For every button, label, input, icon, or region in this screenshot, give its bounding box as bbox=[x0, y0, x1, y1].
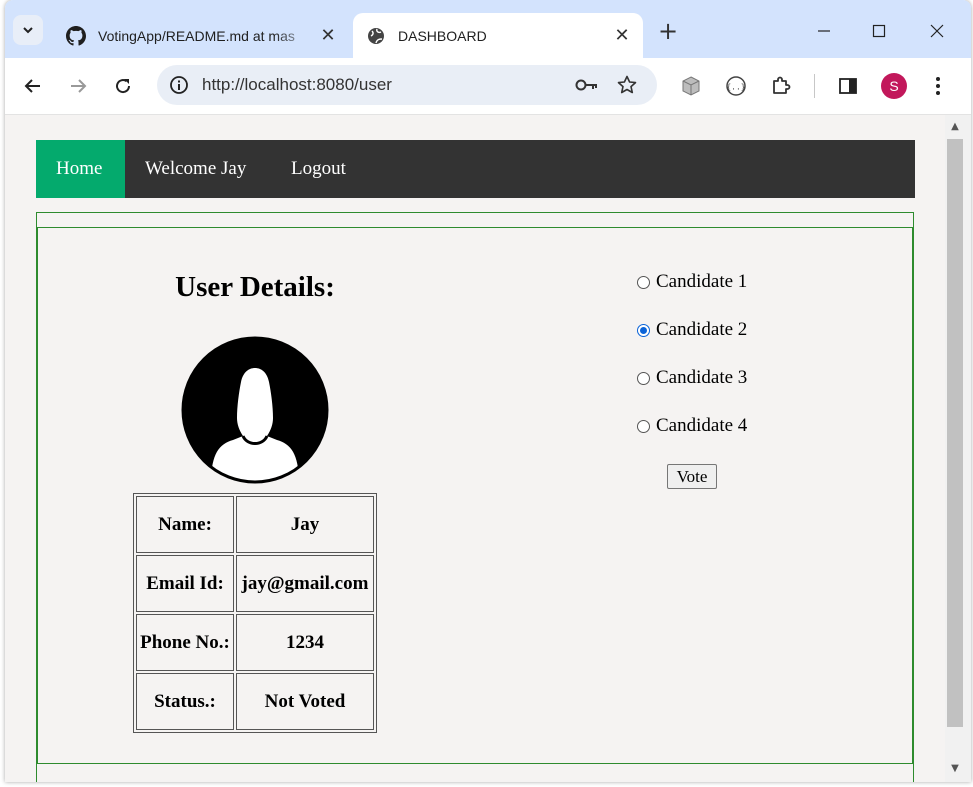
table-row: Email Id: jay@gmail.com bbox=[136, 555, 374, 612]
globe-icon bbox=[366, 26, 386, 46]
json-viewer-icon: {..} bbox=[726, 76, 746, 96]
svg-text:{..}: {..} bbox=[726, 83, 745, 92]
close-window-button[interactable] bbox=[915, 14, 959, 48]
chevron-down-icon bbox=[23, 27, 33, 34]
tab-github-readme[interactable]: VotingApp/README.md at mas ✕ bbox=[53, 13, 349, 58]
candidate-option-1[interactable]: Candidate 1 bbox=[635, 270, 747, 294]
extension-cube-button[interactable] bbox=[675, 70, 707, 102]
address-bar[interactable]: http://localhost:8080/user bbox=[157, 65, 657, 105]
puzzle-icon bbox=[773, 76, 791, 94]
status-value: Not Voted bbox=[236, 673, 374, 730]
candidate-option-2[interactable]: Candidate 2 bbox=[635, 318, 747, 342]
user-details-heading: User Details: bbox=[175, 271, 335, 303]
page-viewport: Home Welcome Jay Logout User Details: Na… bbox=[5, 115, 945, 782]
tab-strip: VotingApp/README.md at mas ✕ DASHBOARD ✕… bbox=[5, 0, 971, 58]
nav-welcome-link[interactable]: Welcome Jay bbox=[125, 140, 266, 198]
email-label: Email Id: bbox=[136, 555, 234, 612]
maximize-icon bbox=[872, 24, 886, 38]
back-button[interactable] bbox=[17, 70, 49, 102]
candidate-1-label: Candidate 1 bbox=[656, 271, 748, 292]
extension-json-button[interactable]: {..} bbox=[720, 70, 752, 102]
top-navbar: Home Welcome Jay Logout bbox=[36, 140, 915, 198]
candidate-2-label: Candidate 2 bbox=[656, 319, 748, 340]
phone-label: Phone No.: bbox=[136, 614, 234, 671]
forward-button[interactable] bbox=[62, 70, 94, 102]
scroll-down-arrow-icon[interactable]: ▼ bbox=[949, 763, 961, 775]
tab-search-button[interactable] bbox=[13, 15, 43, 45]
candidate-option-4[interactable]: Candidate 4 bbox=[635, 414, 747, 438]
tab-title: DASHBOARD bbox=[398, 27, 487, 44]
browser-menu-button[interactable] bbox=[922, 70, 954, 102]
side-panel-icon bbox=[839, 78, 857, 94]
profile-avatar[interactable]: S bbox=[881, 73, 907, 99]
email-value: jay@gmail.com bbox=[236, 555, 374, 612]
tab-dashboard[interactable]: DASHBOARD ✕ bbox=[353, 13, 643, 58]
close-tab-icon[interactable]: ✕ bbox=[611, 25, 633, 47]
url-text: http://localhost:8080/user bbox=[202, 75, 392, 94]
browser-window: VotingApp/README.md at mas ✕ DASHBOARD ✕… bbox=[5, 0, 971, 782]
nav-home-link[interactable]: Home bbox=[36, 140, 125, 198]
candidate-option-3[interactable]: Candidate 3 bbox=[635, 366, 747, 390]
minimize-icon bbox=[818, 30, 830, 32]
forward-arrow-icon bbox=[71, 79, 87, 93]
user-avatar-icon bbox=[181, 336, 329, 484]
reload-icon bbox=[116, 79, 131, 94]
close-tab-icon[interactable]: ✕ bbox=[317, 25, 339, 47]
reload-button[interactable] bbox=[107, 70, 139, 102]
side-panel-button[interactable] bbox=[832, 70, 864, 102]
cube-extension-icon bbox=[682, 76, 700, 96]
table-row: Name: Jay bbox=[136, 496, 374, 553]
nav-logout-link[interactable]: Logout bbox=[271, 140, 366, 198]
page-scrollbar[interactable]: ▲ ▼ bbox=[945, 115, 971, 782]
tab-title: VotingApp/README.md at mas bbox=[98, 27, 295, 44]
minimize-button[interactable] bbox=[802, 14, 846, 48]
candidate-4-label: Candidate 4 bbox=[656, 415, 748, 436]
phone-value: 1234 bbox=[236, 614, 374, 671]
github-icon bbox=[66, 25, 86, 46]
candidate-3-label: Candidate 3 bbox=[656, 367, 748, 388]
more-vertical-icon bbox=[936, 77, 940, 95]
vote-button[interactable]: Vote bbox=[667, 464, 717, 489]
browser-toolbar: http://localhost:8080/user {..} S bbox=[5, 58, 971, 115]
status-label: Status.: bbox=[136, 673, 234, 730]
user-details-table: Name: Jay Email Id: jay@gmail.com Phone … bbox=[133, 493, 377, 733]
bookmark-star-icon[interactable] bbox=[613, 71, 641, 99]
scrollbar-thumb[interactable] bbox=[947, 139, 963, 727]
candidate-4-radio[interactable] bbox=[637, 419, 650, 433]
maximize-button[interactable] bbox=[857, 14, 901, 48]
candidate-3-radio[interactable] bbox=[637, 371, 650, 385]
table-row: Status.: Not Voted bbox=[136, 673, 374, 730]
candidate-2-radio[interactable] bbox=[637, 323, 650, 337]
site-info-icon[interactable] bbox=[165, 71, 193, 99]
name-label: Name: bbox=[136, 496, 234, 553]
candidate-1-radio[interactable] bbox=[637, 275, 650, 289]
toolbar-separator bbox=[814, 74, 815, 98]
name-value: Jay bbox=[236, 496, 374, 553]
scroll-up-arrow-icon[interactable]: ▲ bbox=[949, 121, 961, 133]
password-key-icon[interactable] bbox=[573, 71, 601, 99]
back-arrow-icon bbox=[24, 79, 40, 93]
close-icon bbox=[930, 24, 944, 38]
table-row: Phone No.: 1234 bbox=[136, 614, 374, 671]
new-tab-button[interactable]: + bbox=[655, 17, 681, 45]
extensions-button[interactable] bbox=[765, 70, 797, 102]
